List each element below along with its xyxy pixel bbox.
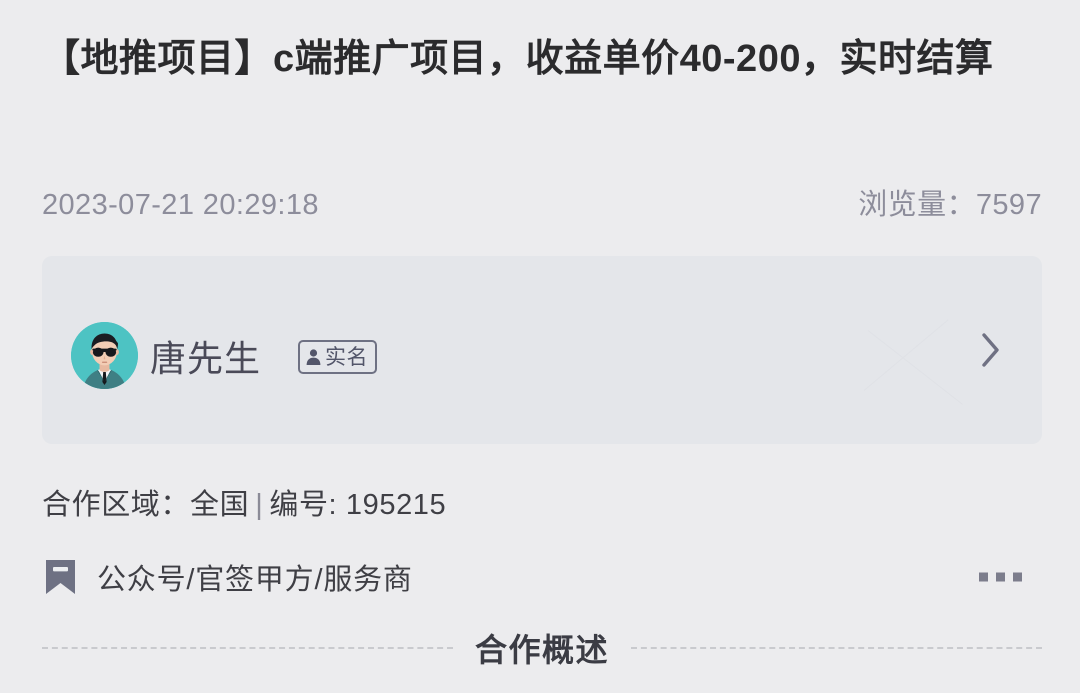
region-label: 合作区域：	[42, 489, 191, 521]
page-title: 【地推项目】c端推广项目，收益单价40-200，实时结算	[42, 38, 994, 80]
more-dot	[1013, 572, 1022, 582]
project-id-label: 编号:	[269, 489, 338, 521]
project-id-value: 195215	[345, 489, 447, 521]
view-count-value: 7597	[975, 189, 1042, 221]
tag-row[interactable]: 公众号/官签甲方/服务商	[42, 552, 1042, 602]
view-count-label: 浏览量：	[858, 189, 976, 221]
publisher-card[interactable]: 唐先生 实名	[42, 256, 1042, 444]
status-badge: 实名	[298, 340, 377, 374]
bookmark-icon	[46, 560, 75, 594]
post-date: 2023-07-21 20:29:18	[42, 189, 319, 221]
divider-line-right	[631, 647, 1043, 649]
user-avatar-sunglasses-icon	[71, 322, 138, 389]
avatar	[71, 322, 138, 389]
person-icon	[306, 349, 321, 365]
status-badge-label: 实名	[325, 345, 368, 369]
publisher-name: 唐先生	[150, 337, 262, 379]
cooperation-info: 合作区域：全国 | 编号: 195215	[42, 484, 446, 526]
section-divider: 合作概述	[42, 622, 1043, 674]
chevron-right-icon[interactable]	[980, 332, 1002, 368]
post-meta-row: 2023-07-21 20:29:18 浏览量：7597	[42, 185, 1042, 225]
more-dots-icon[interactable]	[979, 572, 1022, 582]
info-separator: |	[255, 489, 264, 521]
divider-line-left	[42, 647, 453, 649]
more-dot	[996, 572, 1005, 582]
region-value: 全国	[190, 489, 250, 521]
tag-label: 公众号/官签甲方/服务商	[97, 564, 413, 596]
post-detail-page: 【地推项目】c端推广项目，收益单价40-200，实时结算 2023-07-21 …	[0, 0, 1080, 693]
view-count-group: 浏览量：7597	[858, 185, 1042, 225]
section-title: 合作概述	[475, 632, 610, 668]
more-dot	[979, 572, 988, 582]
